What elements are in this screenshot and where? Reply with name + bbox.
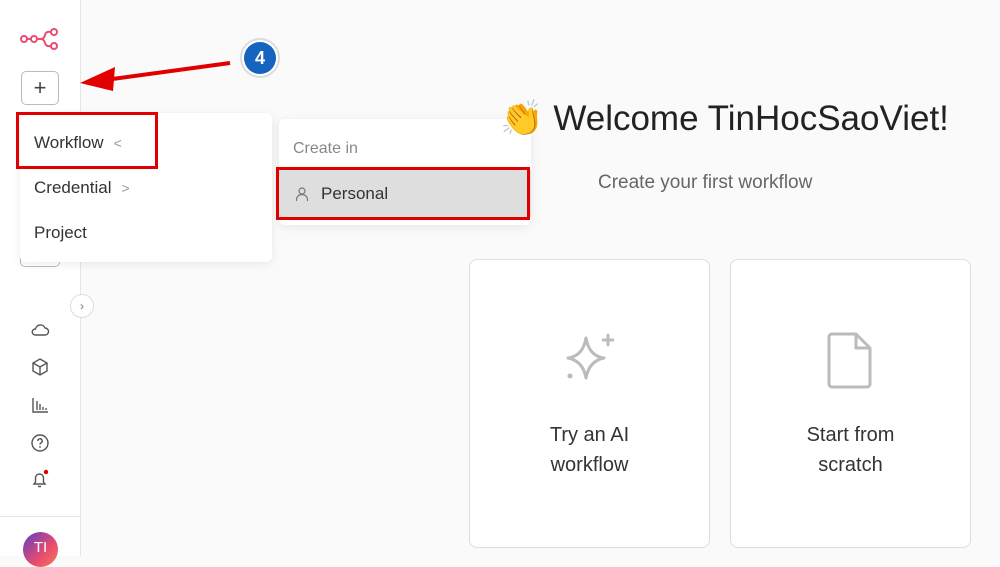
page-subtitle: Create your first workflow: [598, 172, 813, 193]
card-label: Start from: [806, 424, 895, 446]
card-label: scratch: [818, 454, 883, 476]
sidebar-divider: [0, 516, 81, 517]
sparkles-icon: [470, 330, 709, 390]
add-button[interactable]: +: [21, 71, 59, 105]
n8n-logo-icon[interactable]: [20, 28, 60, 55]
waving-hand-icon: 👏: [500, 99, 544, 138]
bell-icon[interactable]: [28, 468, 52, 492]
cloud-icon[interactable]: [28, 318, 52, 342]
menu-item-label: Credential: [34, 178, 112, 197]
sidebar: + › TI: [0, 0, 94, 567]
submenu-header: Create in: [293, 140, 358, 157]
title-text: Welcome TinHocSaoViet!: [553, 99, 949, 138]
ai-workflow-card[interactable]: Try an AI workflow: [469, 259, 710, 548]
highlight-workflow: [16, 112, 158, 169]
menu-item-label: Project: [34, 223, 87, 242]
start-from-scratch-card[interactable]: Start from scratch: [730, 259, 971, 548]
annotation-arrow: [80, 61, 231, 91]
package-icon[interactable]: [28, 355, 52, 379]
menu-item-credential[interactable]: Credential >: [34, 178, 130, 198]
page-title: 👏 Welcome TinHocSaoViet!: [500, 98, 949, 139]
expand-sidebar-button[interactable]: ›: [70, 294, 94, 318]
chevron-right-icon: >: [121, 180, 130, 196]
avatar[interactable]: TI: [23, 532, 58, 567]
step-badge: 4: [240, 38, 280, 78]
menu-item-project[interactable]: Project: [34, 223, 87, 243]
step-number: 4: [244, 42, 276, 74]
card-label: workflow: [550, 454, 629, 476]
help-icon[interactable]: [28, 431, 52, 455]
highlight-personal: [276, 167, 530, 220]
bar-chart-icon[interactable]: [28, 393, 52, 417]
file-icon: [731, 330, 970, 390]
card-label: Try an AI: [549, 424, 630, 446]
